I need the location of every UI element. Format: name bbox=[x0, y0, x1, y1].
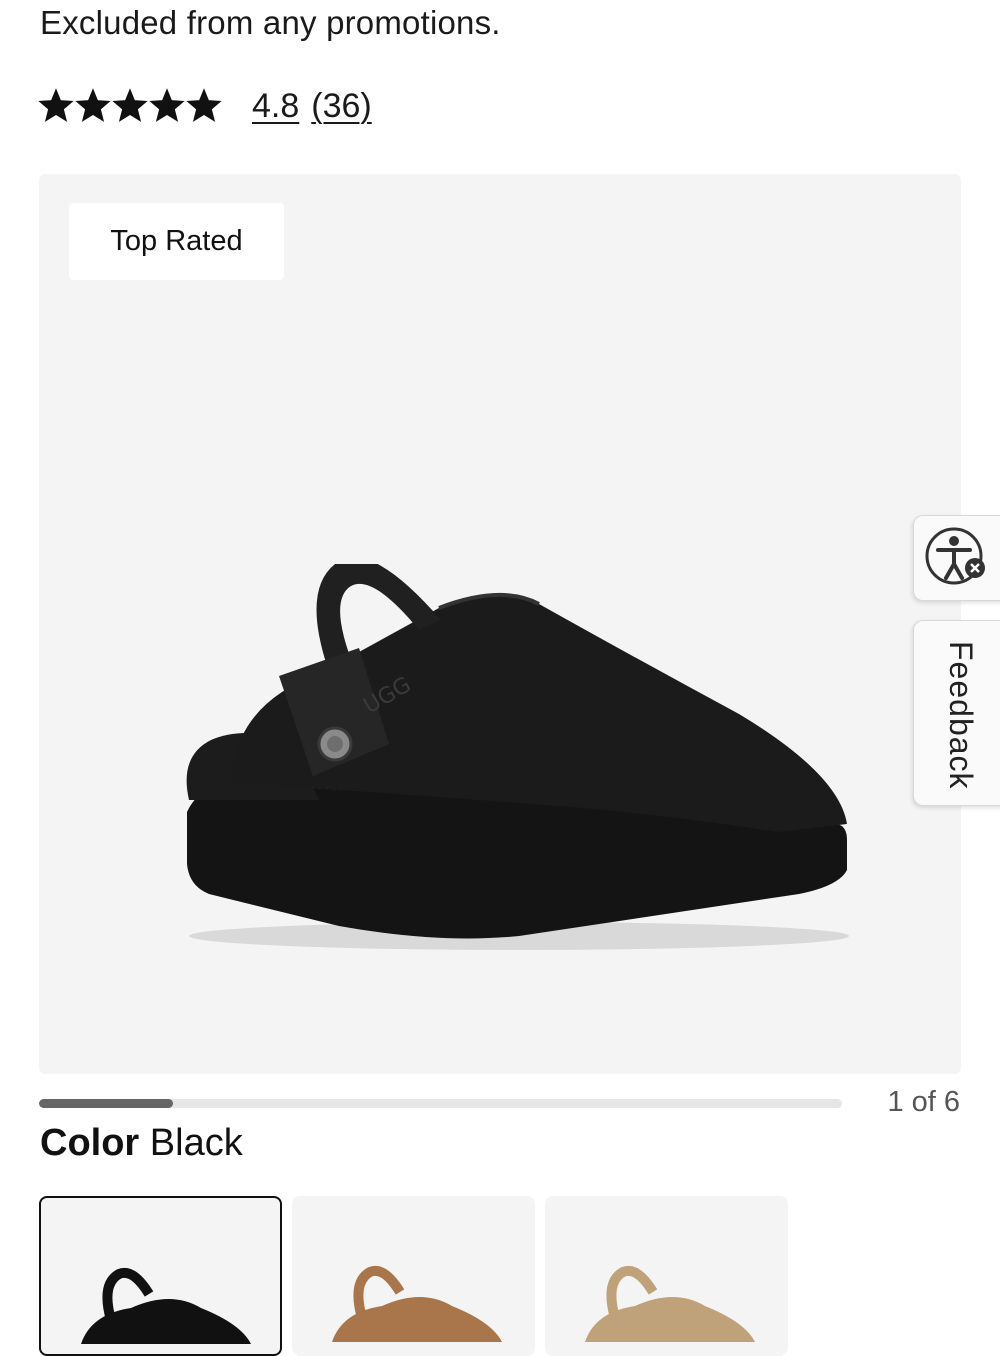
gallery-progress-fill bbox=[39, 1099, 173, 1108]
product-image[interactable]: UGG bbox=[139, 564, 859, 964]
color-label: Color bbox=[40, 1122, 140, 1164]
swatch-thumbnail bbox=[332, 1266, 502, 1342]
star-rating bbox=[38, 88, 222, 124]
product-image-gallery[interactable]: Top Rated UGG bbox=[39, 174, 961, 1074]
swatch-thumbnail bbox=[585, 1266, 755, 1342]
color-swatch-black[interactable] bbox=[39, 1196, 282, 1356]
star-icon bbox=[149, 88, 185, 122]
swatch-thumbnail bbox=[81, 1268, 251, 1344]
color-swatch-sand[interactable] bbox=[545, 1196, 788, 1356]
color-value: Black bbox=[149, 1122, 243, 1164]
rating-row: 4.8 (36) bbox=[38, 84, 372, 128]
accessibility-icon bbox=[925, 527, 985, 585]
gallery-progress-bar bbox=[39, 1099, 842, 1108]
accessibility-button[interactable] bbox=[913, 515, 1000, 601]
color-swatch-list bbox=[39, 1196, 788, 1356]
color-swatch-chestnut[interactable] bbox=[292, 1196, 535, 1356]
gallery-counter: 1 of 6 bbox=[887, 1086, 960, 1118]
rating-value-link[interactable]: 4.8 bbox=[252, 87, 299, 126]
star-icon bbox=[112, 88, 148, 122]
color-selector-heading: Color Black bbox=[40, 1122, 243, 1165]
feedback-tab[interactable]: Feedback bbox=[913, 620, 1000, 806]
review-count-link[interactable]: (36) bbox=[311, 87, 371, 126]
top-rated-badge: Top Rated bbox=[69, 203, 284, 280]
promo-text: Excluded from any promotions. bbox=[40, 4, 501, 41]
feedback-label: Feedback bbox=[943, 641, 979, 790]
star-icon bbox=[75, 88, 111, 122]
star-icon bbox=[38, 88, 74, 122]
star-icon bbox=[186, 88, 222, 122]
